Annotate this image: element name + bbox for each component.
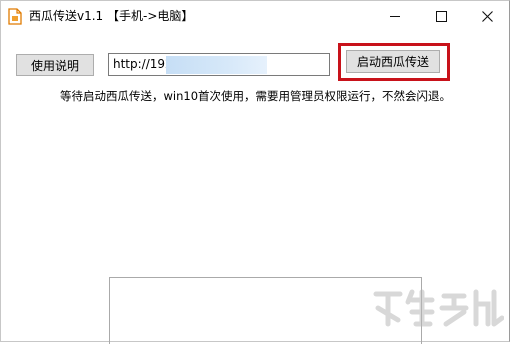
url-selection-mask — [166, 56, 267, 74]
minimize-button[interactable] — [372, 1, 418, 32]
help-button[interactable]: 使用说明 — [16, 54, 94, 76]
status-hint: 等待启动西瓜传送，win10首次使用，需要用管理员权限运行，不然会闪退。 — [60, 89, 452, 103]
maximize-button[interactable] — [418, 1, 464, 32]
close-icon — [481, 11, 493, 22]
title-bar[interactable]: 西瓜传送v1.1 【手机->电脑】 — [1, 1, 509, 32]
app-document-icon — [8, 8, 22, 25]
url-input[interactable]: http://192 — [108, 53, 330, 76]
close-button[interactable] — [464, 1, 510, 32]
start-transfer-button[interactable]: 启动西瓜传送 — [346, 50, 440, 73]
maximize-icon — [435, 11, 447, 22]
minimize-icon — [390, 16, 400, 17]
watermark-logo — [373, 289, 504, 327]
url-text: http://192 — [113, 57, 173, 71]
window-title: 西瓜传送v1.1 【手机->电脑】 — [29, 9, 194, 23]
